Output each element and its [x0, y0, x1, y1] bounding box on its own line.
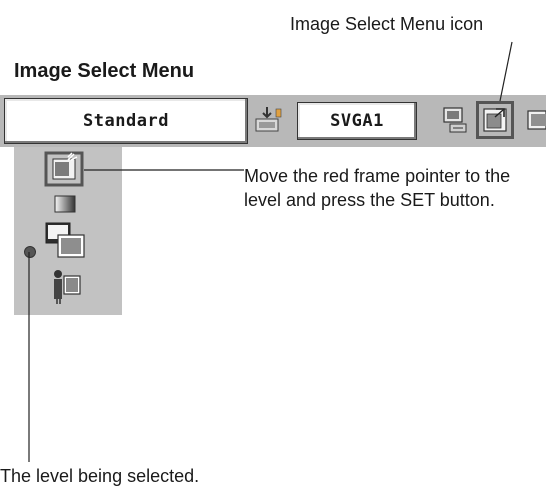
leader-lines [28, 41, 513, 462]
